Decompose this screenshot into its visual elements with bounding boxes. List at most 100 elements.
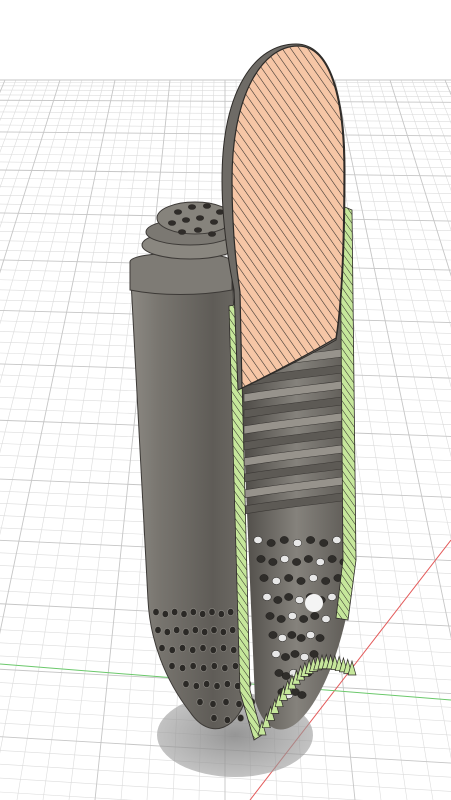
cap-vent-hole — [196, 215, 204, 221]
interior-hole — [256, 555, 266, 563]
dome-hole — [235, 700, 243, 708]
grid-line — [0, 79, 127, 754]
interior-hole — [284, 574, 294, 582]
dome-hole — [209, 700, 217, 708]
dome-hole — [208, 608, 216, 616]
grid-line — [0, 777, 364, 800]
interior-hole — [271, 577, 281, 585]
interior-hole — [265, 612, 275, 620]
dome-hole — [173, 626, 181, 634]
grid-line — [0, 79, 50, 228]
cad-canvas[interactable] — [0, 0, 451, 800]
dome-hole — [220, 644, 228, 652]
interior-hole — [299, 615, 309, 623]
cad-3d-viewport[interactable] — [0, 0, 451, 800]
interior-hole — [303, 555, 313, 563]
grid-line — [0, 79, 6, 94]
dome-hole — [168, 662, 176, 670]
interior-hole — [280, 555, 290, 563]
dome-hole — [237, 714, 245, 722]
interior-hole — [262, 593, 272, 601]
dome-hole — [191, 626, 199, 634]
interior-hole — [284, 593, 294, 601]
dome-hole — [210, 714, 218, 722]
cap-vent-hole — [208, 231, 216, 237]
dome-hole — [201, 628, 209, 636]
interior-hole — [327, 555, 337, 563]
interior-hole — [321, 577, 331, 585]
interior-hole — [277, 634, 287, 642]
cap-vent-hole — [168, 220, 176, 226]
dome-hole — [222, 698, 230, 706]
interior-hole — [271, 650, 281, 658]
interior-hole — [296, 634, 306, 642]
cap-vent-hole — [188, 204, 196, 210]
interior-hole — [290, 650, 300, 658]
interior-hole — [297, 691, 307, 699]
dome-hole — [219, 628, 227, 636]
dome-hole — [217, 610, 225, 618]
dome-hole — [179, 664, 187, 672]
grid-line — [0, 791, 134, 800]
interior-hole — [309, 650, 319, 658]
dome-hole — [199, 644, 207, 652]
interior-hole — [292, 539, 302, 547]
dome-hole — [154, 626, 162, 634]
dome-hole — [223, 680, 231, 688]
dome-hole — [152, 608, 160, 616]
dome-hole — [189, 662, 197, 670]
lid-section-face — [231, 45, 345, 389]
interior-hole — [268, 558, 278, 566]
dome-hole — [223, 716, 231, 724]
grid-line — [0, 79, 72, 325]
dome-hole — [203, 680, 211, 688]
interior-hole — [287, 612, 297, 620]
interior-highlight — [305, 594, 323, 612]
interior-hole — [310, 612, 320, 620]
dome-hole — [199, 610, 207, 618]
dome-hole — [182, 628, 190, 636]
dome-hole — [221, 664, 229, 672]
grid-line — [0, 79, 39, 189]
cap-vent-hole — [194, 227, 202, 233]
dome-hole — [182, 680, 190, 688]
dome-hole — [229, 626, 237, 634]
dome-hole — [210, 626, 218, 634]
grid-line — [0, 111, 451, 116]
interior-hole — [319, 539, 329, 547]
dome-hole — [227, 608, 235, 616]
grid-line — [0, 105, 451, 109]
interior-hole — [327, 593, 337, 601]
dome-hole — [200, 664, 208, 672]
interior-hole — [306, 631, 316, 639]
interior-hole — [253, 536, 263, 544]
dome-hole — [209, 646, 217, 654]
dome-hole — [179, 644, 187, 652]
interior-hole — [279, 536, 289, 544]
dome-hole — [168, 646, 176, 654]
interior-hole — [332, 536, 342, 544]
dome-hole — [230, 646, 238, 654]
grid-line — [0, 118, 451, 122]
interior-hole — [296, 577, 306, 585]
grid-line — [345, 79, 451, 540]
interior-hole — [315, 558, 325, 566]
dome-hole — [161, 610, 169, 618]
interior-hole — [276, 615, 286, 623]
interior-hole — [281, 653, 290, 661]
interior-hole — [266, 539, 276, 547]
interior-hole — [315, 634, 325, 642]
dome-hole — [213, 682, 221, 690]
interior-hole — [268, 631, 278, 639]
interior-hole — [287, 631, 297, 639]
grid-line — [0, 85, 451, 87]
dome-hole — [196, 698, 204, 706]
interior-hole — [306, 536, 316, 544]
dome-hole — [192, 682, 200, 690]
grid-line — [0, 79, 17, 122]
cap-vent-hole — [203, 203, 211, 209]
cap-vent-hole — [182, 217, 190, 223]
cap-vent-hole — [174, 209, 182, 215]
dome-hole — [158, 644, 166, 652]
interior-hole — [300, 653, 309, 661]
